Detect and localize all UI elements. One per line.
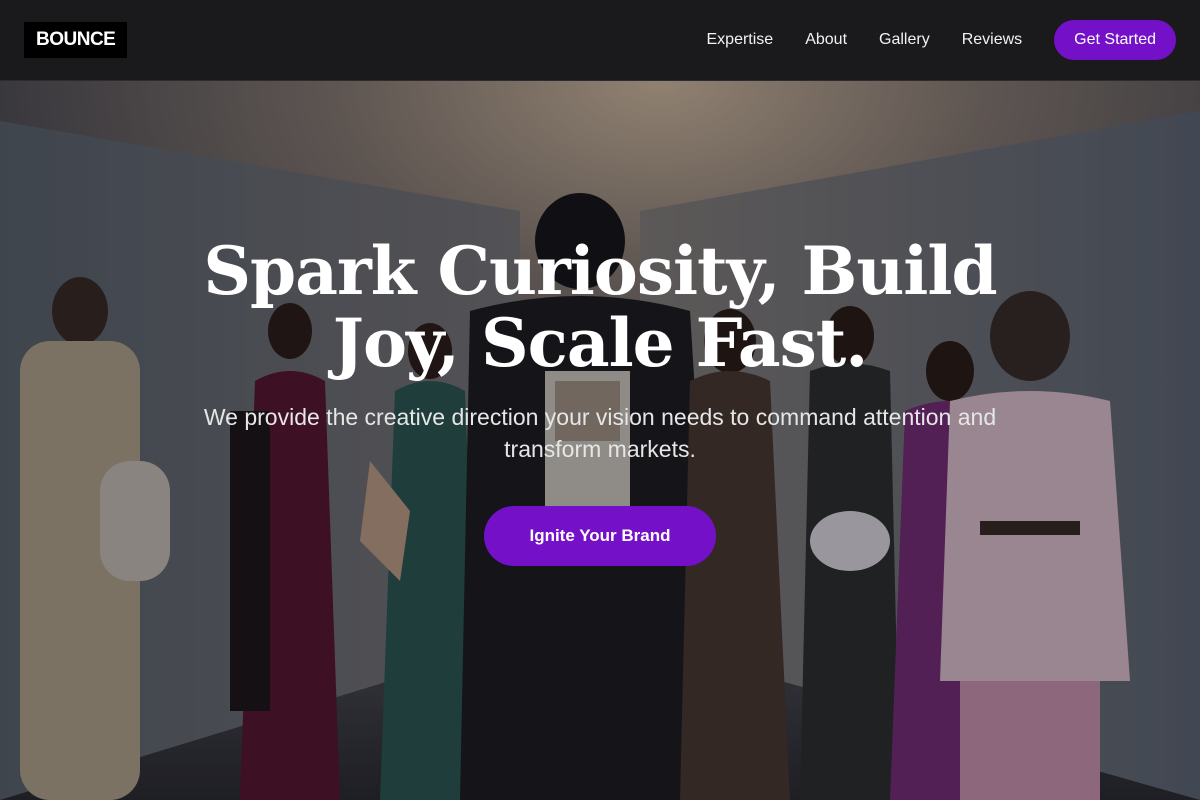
hero-content: Spark Curiosity, Build Joy, Scale Fast. … (0, 81, 1200, 800)
nav-link-expertise[interactable]: Expertise (707, 31, 774, 49)
site-header: BOUNCE Expertise About Gallery Reviews G… (0, 0, 1200, 81)
hero-title: Spark Curiosity, Build Joy, Scale Fast. (203, 232, 997, 382)
nav-link-about[interactable]: About (805, 31, 847, 49)
hero-subtitle: We provide the creative direction your v… (203, 404, 997, 462)
hero-section: Spark Curiosity, Build Joy, Scale Fast. … (0, 81, 1200, 800)
nav-link-gallery[interactable]: Gallery (879, 31, 930, 49)
ignite-your-brand-button[interactable]: Ignite Your Brand (484, 506, 716, 566)
main-nav: Expertise About Gallery Reviews Get Star… (707, 20, 1176, 60)
get-started-button[interactable]: Get Started (1054, 20, 1176, 60)
nav-link-reviews[interactable]: Reviews (962, 31, 1022, 49)
brand-logo[interactable]: BOUNCE (24, 22, 128, 58)
